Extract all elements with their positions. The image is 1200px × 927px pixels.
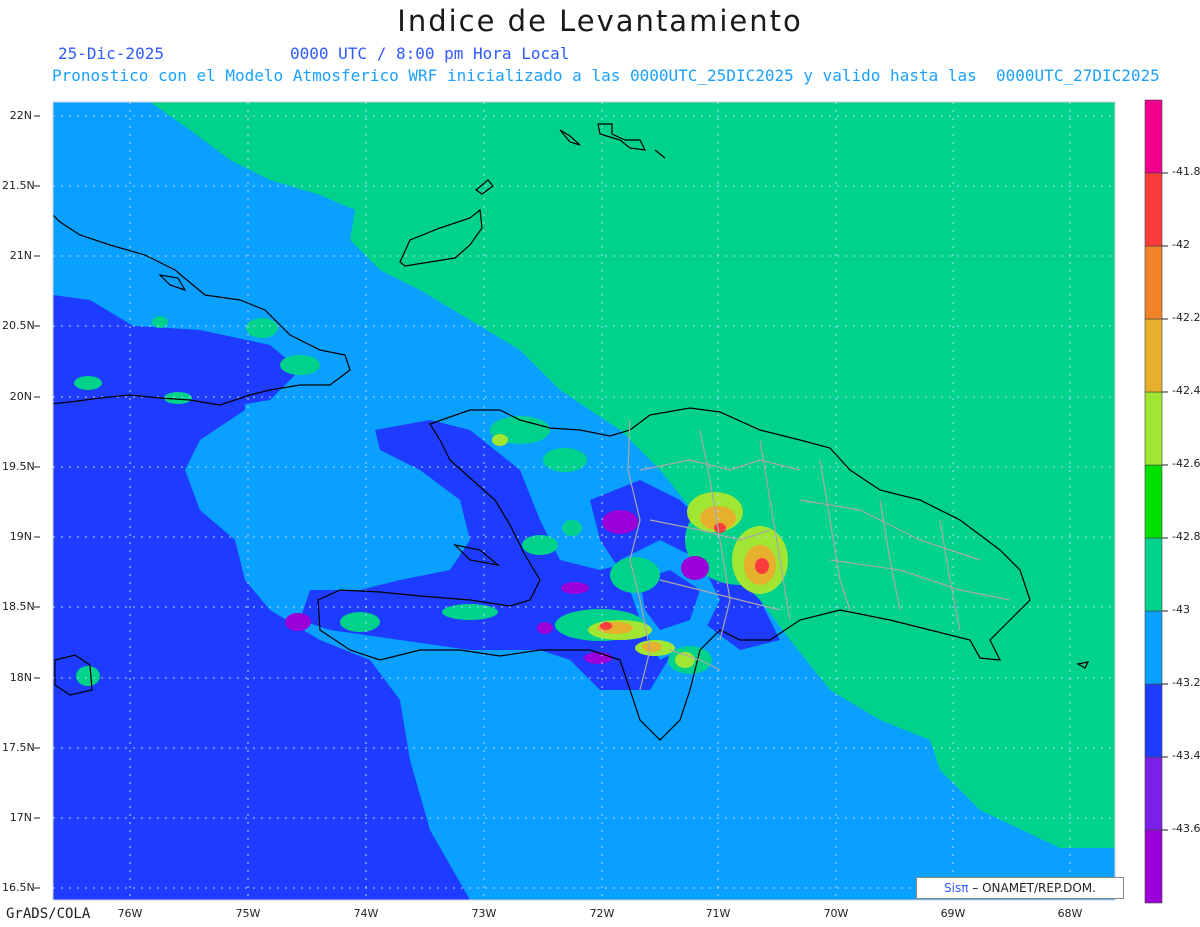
colorbar-label: -42 [1172,238,1190,251]
lon-label: 76W [117,907,143,920]
lon-label: 70W [823,907,849,920]
colorbar-swatch [1144,99,1163,174]
colorbar [1144,99,1168,904]
colorbar-swatch [1144,245,1163,320]
axis-ticks [34,115,40,889]
lat-label: 21.5N [2,179,35,192]
colorbar-swatch [1144,464,1163,539]
lon-label: 75W [235,907,261,920]
lon-label: 73W [471,907,497,920]
lon-label: 74W [353,907,379,920]
colorbar-swatch [1144,391,1163,466]
lat-label: 20.5N [2,319,35,332]
colorbar-label: -43 [1172,603,1190,616]
credit-prefix: Sis [944,881,962,895]
lat-label: 17.5N [2,741,35,754]
software-label: GrADS/COLA [6,906,91,922]
colorbar-label: -42.8 [1172,530,1200,543]
lon-label: 69W [940,907,966,920]
lat-label: 16.5N [2,881,35,894]
lat-label: 22N [9,109,32,122]
credit-suffix: – ONAMET/REP.DOM. [968,881,1096,895]
lat-label: 18.5N [2,600,35,613]
forecast-field [53,102,1115,900]
lon-label: 68W [1057,907,1083,920]
colorbar-label: -41.8 [1172,165,1200,178]
lat-label: 18N [9,671,32,684]
colorbar-label: -43.4 [1172,749,1200,762]
colorbar-label: -43.2 [1172,676,1200,689]
colorbar-label: -43.6 [1172,822,1200,835]
colorbar-label: -42.4 [1172,384,1200,397]
colorbar-swatch [1144,537,1163,612]
colorbar-swatch [1144,756,1163,831]
lat-label: 17N [9,811,32,824]
lat-label: 19.5N [2,460,35,473]
lat-label: 20N [9,390,32,403]
colorbar-swatch [1144,829,1163,904]
colorbar-label: -42.6 [1172,457,1200,470]
weather-map [34,99,1168,904]
lon-label: 72W [589,907,615,920]
lon-label: 71W [705,907,731,920]
colorbar-swatch [1144,172,1163,247]
lat-label: 21N [9,249,32,262]
colorbar-swatch [1144,610,1163,685]
colorbar-swatch [1144,318,1163,393]
colorbar-label: -42.2 [1172,311,1200,324]
lat-label: 19N [9,530,32,543]
credit-box: Sisπ – ONAMET/REP.DOM. [916,877,1124,899]
colorbar-swatch [1144,683,1163,758]
